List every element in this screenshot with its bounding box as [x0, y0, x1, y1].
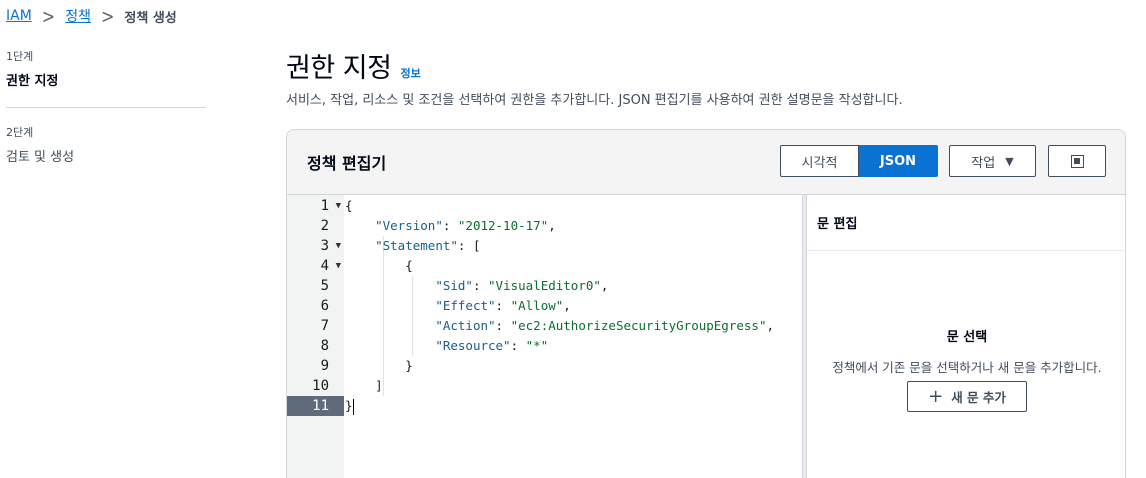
line-number: 4 ▼: [320, 258, 341, 274]
line-number: 8: [320, 338, 329, 354]
step-2-label: 2단계: [6, 126, 34, 139]
wizard-steps: 1단계 권한 지정 2단계 검토 및 생성: [6, 48, 206, 165]
line-gutter: 1 ▼ 2 3 ▼ 4 ▼ 5 6 7 8 9 10 11: [287, 195, 344, 478]
step-2: 2단계 검토 및 생성: [6, 124, 206, 165]
info-link[interactable]: 정보: [400, 65, 420, 81]
code-line: }: [345, 398, 354, 415]
text-cursor: [352, 398, 354, 415]
toggle-side-panel-button[interactable]: [1048, 145, 1106, 177]
empty-state-title: 문 선택: [946, 330, 988, 345]
line-number: 5: [320, 278, 329, 294]
fold-arrow-icon[interactable]: ▼: [336, 261, 341, 271]
line-number: 9: [320, 358, 329, 374]
empty-state-description: 정책에서 기존 문을 선택하거나 새 문을 추가합니다.: [832, 360, 1102, 375]
chevron-right-icon: >: [100, 4, 115, 28]
page-title: 권한 지정: [286, 53, 392, 84]
breadcrumb: IAM > 정책 > 정책 생성: [6, 4, 177, 28]
code-line: ]: [375, 378, 383, 393]
page-description: 서비스, 작업, 리소스 및 조건을 선택하여 권한을 추가합니다. JSON …: [286, 93, 903, 108]
editor-mode-toggle: 시각적 JSON: [780, 145, 938, 177]
code-line: {: [405, 258, 413, 273]
mode-visual-button[interactable]: 시각적: [780, 145, 859, 177]
step-1-title: 권한 지정: [6, 74, 59, 89]
code-line: "Action": "ec2:AuthorizeSecurityGroupEgr…: [435, 318, 774, 333]
code-line: "Version": "2012-10-17",: [375, 218, 556, 233]
code-line: "Effect": "Allow",: [435, 298, 571, 313]
plus-icon: +: [928, 385, 944, 407]
fold-arrow-icon[interactable]: ▼: [336, 241, 341, 251]
line-number: 7: [320, 318, 329, 334]
step-1-label: 1단계: [6, 50, 34, 63]
actions-label: 작업: [971, 155, 996, 171]
step-divider: [6, 107, 206, 108]
panel-icon: [1070, 154, 1084, 168]
line-number: 6: [320, 298, 329, 314]
page-header: 권한 지정 정보: [286, 46, 421, 85]
side-panel-title: 문 편집: [807, 195, 1125, 251]
code-line: }: [405, 358, 413, 373]
mode-json-button[interactable]: JSON: [859, 145, 938, 177]
breadcrumb-current: 정책 생성: [124, 10, 177, 26]
step-2-title[interactable]: 검토 및 생성: [6, 146, 206, 165]
code-line: "Resource": "*": [435, 338, 549, 353]
fold-arrow-icon[interactable]: ▼: [336, 201, 341, 211]
add-statement-label: 새 문 추가: [951, 390, 1006, 405]
code-line: "Sid": "VisualEditor0",: [435, 278, 609, 293]
caret-down-icon: ▼: [1005, 154, 1014, 168]
chevron-right-icon: >: [41, 4, 56, 28]
code-line: "Statement": [: [375, 238, 481, 253]
breadcrumb-link-iam[interactable]: IAM: [6, 8, 32, 24]
line-number-active: 11: [287, 396, 344, 416]
editor-header: 정책 편집기 시각적 JSON 작업 ▼: [287, 130, 1125, 195]
line-number: 10: [312, 378, 329, 394]
policy-editor: 정책 편집기 시각적 JSON 작업 ▼ 1 ▼ 2 3 ▼ 4 ▼ 5 6 7 8 …: [286, 129, 1126, 478]
line-number: 2: [320, 218, 329, 234]
statement-edit-panel: 문 편집 문 선택 정책에서 기존 문을 선택하거나 새 문을 추가합니다. +…: [807, 195, 1125, 478]
code-lines: { "Version": "2012-10-17", "Statement": …: [345, 196, 800, 416]
actions-dropdown-button[interactable]: 작업 ▼: [949, 145, 1036, 177]
json-code-editor[interactable]: 1 ▼ 2 3 ▼ 4 ▼ 5 6 7 8 9 10 11 { "Version": …: [287, 195, 802, 478]
step-1: 1단계 권한 지정: [6, 48, 206, 89]
breadcrumb-link-policies[interactable]: 정책: [65, 6, 91, 26]
editor-title: 정책 편집기: [307, 154, 387, 173]
line-number: 1 ▼: [320, 198, 341, 214]
code-line: {: [345, 198, 353, 213]
add-statement-button[interactable]: + 새 문 추가: [907, 381, 1027, 412]
line-number: 3 ▼: [320, 238, 341, 254]
